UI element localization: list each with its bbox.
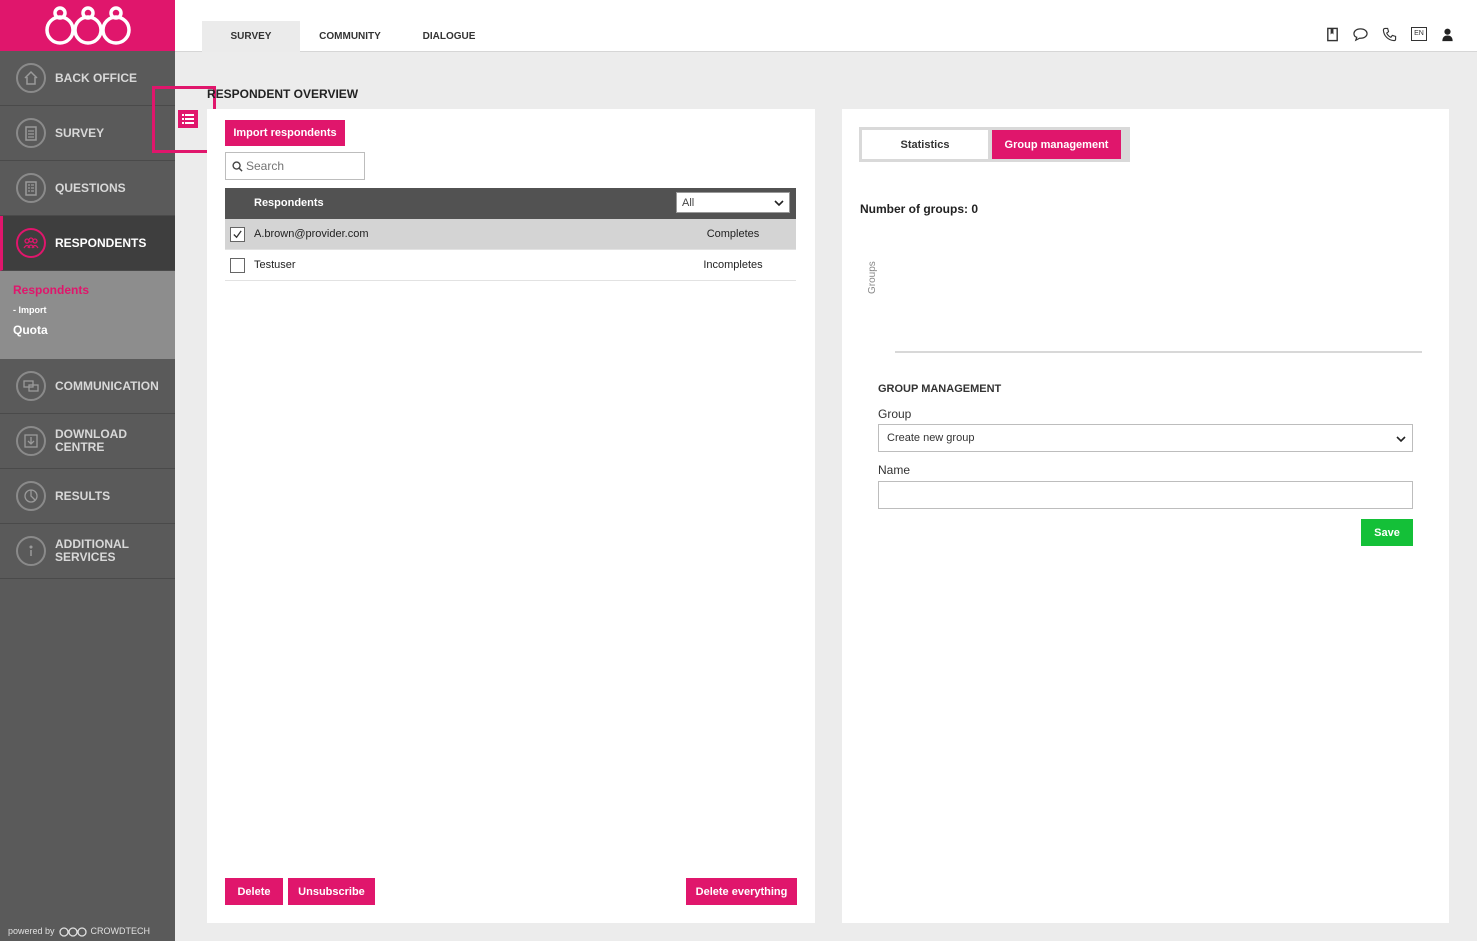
page-title: RESPONDENT OVERVIEW [207,87,359,101]
row-checkbox[interactable] [230,258,245,273]
book-icon[interactable] [1324,26,1340,42]
chat-icon[interactable] [1352,26,1368,42]
language-icon[interactable]: EN [1411,26,1427,42]
info-icon [16,536,46,566]
sidebar-item-label: DOWNLOAD CENTRE [55,427,127,454]
group-panel: Statistics Group management Number of gr… [842,109,1449,923]
chevron-down-icon [774,200,784,207]
respondents-panel: Import respondents Respondents All A.bro… [207,109,815,923]
table-row[interactable]: A.brown@provider.com Completes [225,219,796,250]
status-filter-value: All [682,196,695,209]
group-select[interactable]: Create new group [878,424,1413,452]
download-icon [16,426,46,456]
status-filter-select[interactable]: All [676,192,790,213]
sidebar-item-back-office[interactable]: BACK OFFICE [0,51,175,106]
chart-y-axis-label: Groups [867,261,878,294]
sidebar: BACK OFFICE SURVEY QUESTIONS RESPONDENTS… [0,0,175,941]
delete-button[interactable]: Delete [225,878,283,905]
people-icon [16,228,46,258]
row-checkbox[interactable] [230,227,245,242]
group-select-value: Create new group [887,432,975,444]
respondent-status: Completes [706,228,760,240]
subnav-item-respondents[interactable]: Respondents [13,283,175,297]
sidebar-item-label: BACK OFFICE [55,70,137,85]
sidebar-item-label: RESPONDENTS [55,235,147,250]
logo[interactable] [0,0,175,51]
sidebar-item-survey[interactable]: SURVEY [0,106,175,161]
tab-statistics[interactable]: Statistics [862,130,988,159]
checkmark-icon [233,230,242,239]
save-button[interactable]: Save [1361,519,1413,546]
name-label: Name [878,463,911,477]
language-label: EN [1411,27,1427,41]
import-respondents-button[interactable]: Import respondents [225,120,345,146]
delete-everything-button[interactable]: Delete everything [686,878,797,905]
powered-by-label: powered by [8,926,55,936]
chevron-down-icon [1396,436,1406,443]
group-count: Number of groups: 0 [860,202,979,216]
sidebar-item-additional-services[interactable]: ADDITIONAL SERVICES [0,524,175,579]
group-management-title: GROUP MANAGEMENT [878,383,1002,395]
tab-survey[interactable]: SURVEY [202,21,300,52]
table-row[interactable]: Testuser Incompletes [225,250,796,281]
subnav-item-quota[interactable]: Quota [13,323,175,337]
sidebar-item-label: COMMUNICATION [55,378,159,393]
brand-name: CROWDTECH [90,926,151,936]
sidebar-item-label: RESULTS [55,488,111,503]
unsubscribe-button[interactable]: Unsubscribe [288,878,375,905]
user-icon[interactable] [1439,26,1455,42]
tab-community[interactable]: COMMUNITY [305,21,395,52]
respondent-name: A.brown@provider.com [254,228,369,240]
view-toggle: Statistics Group management [859,127,1130,162]
sidebar-item-label: SURVEY [55,125,105,140]
list-icon [182,114,194,124]
sidebar-item-label: QUESTIONS [55,180,126,195]
sidebar-item-label: ADDITIONAL SERVICES [55,537,129,564]
respondents-subnav: Respondents - Import Quota [0,271,175,359]
crowdtech-small-logo-icon [58,927,87,937]
tab-dialogue[interactable]: DIALOGUE [403,21,495,52]
sidebar-item-respondents[interactable]: RESPONDENTS [0,216,175,271]
sidebar-item-download-centre[interactable]: DOWNLOAD CENTRE [0,414,175,469]
chart-x-axis [895,351,1422,353]
sidebar-item-results[interactable]: RESULTS [0,469,175,524]
home-icon [16,63,46,93]
crowdtech-logo-icon [44,5,131,45]
sidebar-item-questions[interactable]: QUESTIONS [0,161,175,216]
powered-by: powered by CROWDTECH [8,925,150,937]
table-header: Respondents All [225,188,796,219]
search-icon [232,160,243,172]
tab-group-management[interactable]: Group management [992,130,1121,159]
clipboard-icon [16,118,46,148]
sidebar-item-communication[interactable]: COMMUNICATION [0,359,175,414]
group-name-input[interactable] [878,481,1413,509]
group-label: Group [878,407,912,421]
search-field[interactable] [225,152,365,180]
column-header-respondents: Respondents [254,197,324,209]
topbar: SURVEY COMMUNITY DIALOGUE EN [175,0,1477,52]
respondent-name: Testuser [254,259,296,271]
subnav-item-import[interactable]: - Import [13,305,175,315]
list-menu-toggle-button[interactable] [178,110,198,128]
chat-bubbles-icon [16,371,46,401]
respondent-status: Incompletes [703,259,763,271]
phone-icon[interactable] [1381,26,1397,42]
search-input[interactable] [246,159,356,173]
questions-icon [16,173,46,203]
pie-chart-icon [16,481,46,511]
